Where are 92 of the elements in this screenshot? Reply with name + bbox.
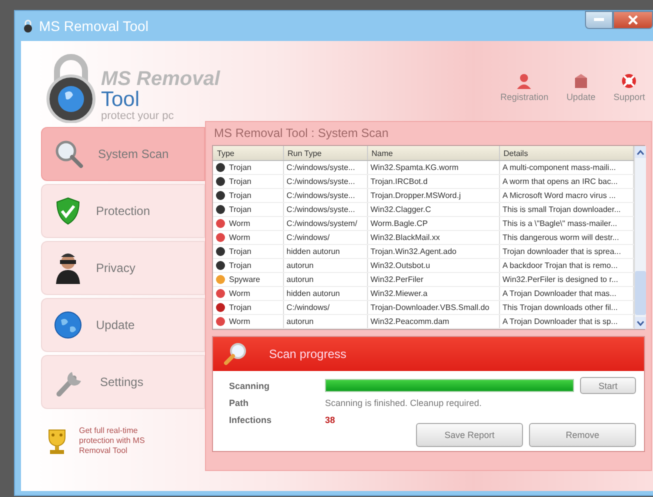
table-cell: A worm that opens an IRC bac... (499, 174, 633, 188)
table-cell: Trojan.Dropper.MSWord.j (367, 188, 499, 202)
table-cell: C:/windows/syste... (283, 202, 367, 216)
sidebar-item[interactable]: Protection (41, 184, 205, 238)
minimize-button[interactable] (585, 11, 613, 29)
table-cell: A Microsoft Word macro virus ... (499, 188, 633, 202)
table-cell: C:/windows/ (283, 230, 367, 244)
table-cell: Win32.Clagger.C (367, 202, 499, 216)
table-cell-text: Trojan (229, 176, 252, 188)
table-cell: Win32.Miewer.a (367, 286, 499, 300)
panel-title: MS Removal Tool : System Scan (213, 125, 390, 142)
table-cell: C:/windows/system/ (283, 216, 367, 230)
table-cell-text: Worm (229, 232, 250, 244)
logo-title: Tool (101, 88, 141, 110)
table-cell: Trojan-Downloader.VBS.Small.do (367, 300, 499, 314)
table-cell: A backdoor Trojan that is remo... (499, 258, 633, 272)
box-icon (572, 73, 589, 89)
table-cell: Win32.PerFiler (367, 272, 499, 286)
table-cell-text: Worm (229, 288, 250, 300)
infections-count: 38 (325, 414, 336, 424)
table-cell: C:/windows/syste... (283, 188, 367, 202)
column-header[interactable]: Type (213, 146, 283, 160)
header-link[interactable]: Update (566, 73, 596, 102)
header-link[interactable]: Support (613, 73, 645, 102)
scroll-thumb[interactable] (634, 271, 646, 315)
table-cell-text: Trojan (229, 162, 252, 174)
sidebar-item[interactable]: System Scan (41, 127, 205, 181)
table-cell: This is small Trojan downloader... (499, 202, 633, 216)
scroll-up-icon (636, 150, 644, 154)
table-cell-text: Trojan (229, 204, 252, 216)
save-report-button[interactable]: Save Report (416, 422, 523, 446)
lifebuoy-icon (621, 73, 638, 89)
scan-title: Scan progress (269, 347, 346, 361)
path-value: Scanning is finished. Cleanup required. (325, 398, 483, 408)
table-cell-text: Worm (229, 218, 250, 230)
table-cell: A Trojan Downloader that is sp... (499, 314, 633, 328)
start-button[interactable]: Start (580, 377, 636, 394)
table-cell: Worm.Bagle.CP (367, 216, 499, 230)
table-cell: A multi-component mass-maili... (499, 160, 633, 174)
table-cell: Trojan.Win32.Agent.ado (367, 244, 499, 258)
logo-tagline: protect your pc (101, 110, 175, 122)
table-cell: C:/windows/syste... (283, 160, 367, 174)
person-icon (516, 73, 532, 89)
table-cell: This dangerous worm will destr... (499, 230, 633, 244)
table-cell: autorun (283, 258, 367, 272)
shield-check-icon (54, 196, 82, 226)
padlock-icon (23, 19, 33, 33)
table-cell: Trojan.IRCBot.d (367, 174, 499, 188)
close-icon (628, 15, 638, 25)
header-link[interactable]: Registration (500, 73, 548, 102)
field-label: Path (229, 398, 250, 408)
table-cell: This Trojan downloads other fil... (499, 300, 633, 314)
table-cell: Win32.Peacomm.dam (367, 314, 499, 328)
sidebar-item[interactable]: Privacy (41, 241, 205, 295)
table-cell: autorun (283, 272, 367, 286)
table-cell: Win32.PerFiler is designed to r... (499, 272, 633, 286)
window-title: MS Removal Tool (39, 18, 148, 34)
table-cell-text: Trojan (229, 190, 252, 202)
table-cell-text: Trojan (229, 246, 252, 258)
minimize-icon (594, 18, 604, 22)
remove-button[interactable]: Remove (529, 422, 636, 446)
table-cell: Win32.BlackMail.xx (367, 230, 499, 244)
globe-icon (54, 311, 82, 339)
table-cell: C:/windows/syste... (283, 174, 367, 188)
column-header[interactable]: Run Type (283, 146, 367, 160)
field-label: Scanning (229, 380, 271, 390)
table-cell: A Trojan Downloader that mas... (499, 286, 633, 300)
table-cell: hidden autorun (283, 244, 367, 258)
sidebar-item[interactable]: Update (41, 298, 205, 352)
table-cell: Trojan downloader that is sprea... (499, 244, 633, 258)
magnifier-icon (223, 342, 247, 366)
table-cell: autorun (283, 314, 367, 328)
table-cell-text: Spyware (229, 274, 260, 286)
column-header[interactable]: Details (499, 146, 633, 160)
promo-text: Get full real-time protection with MS Removal Tool (79, 426, 146, 456)
close-button[interactable] (613, 11, 653, 29)
logo-title: MS Removal (101, 68, 220, 88)
table-cell-text: Trojan (229, 260, 252, 272)
table-cell: This is a \"Bagle\" mass-mailer... (499, 216, 633, 230)
table-cell-text: Worm (229, 316, 250, 328)
table-cell: Win32.Outsbot.u (367, 258, 499, 272)
field-label: Infections (229, 414, 273, 424)
column-header[interactable]: Name (367, 146, 499, 160)
table-cell: hidden autorun (283, 286, 367, 300)
table-cell: Win32.Spamta.KG.worm (367, 160, 499, 174)
scrollbar[interactable] (634, 146, 646, 329)
table-cell-text: Trojan (229, 302, 252, 314)
table-cell: C:/windows/ (283, 300, 367, 314)
scroll-down-icon (636, 320, 644, 326)
magnifier-icon (54, 139, 84, 169)
sidebar-item[interactable]: Settings (41, 355, 205, 409)
person-sunglasses-icon (54, 252, 82, 284)
